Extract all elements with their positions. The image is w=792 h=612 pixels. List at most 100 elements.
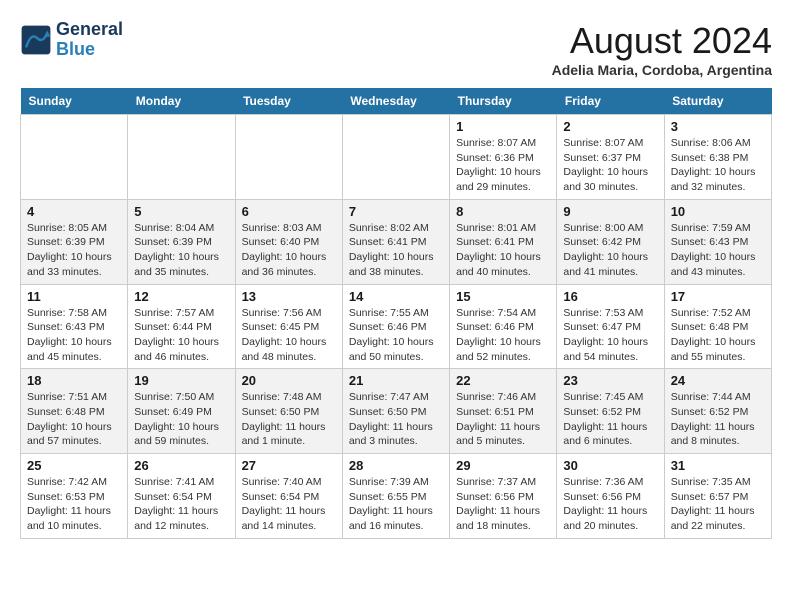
calendar-cell	[21, 115, 128, 200]
cell-info: Sunrise: 7:52 AM Sunset: 6:48 PM Dayligh…	[671, 306, 765, 365]
calendar-cell: 5 Sunrise: 8:04 AM Sunset: 6:39 PM Daylig…	[128, 199, 235, 284]
date-number: 17	[671, 289, 765, 304]
week-row-4: 18 Sunrise: 7:51 AM Sunset: 6:48 PM Dayli…	[21, 369, 772, 454]
date-number: 1	[456, 119, 550, 134]
date-number: 26	[134, 458, 228, 473]
date-number: 3	[671, 119, 765, 134]
logo-icon	[20, 24, 52, 56]
week-row-2: 4 Sunrise: 8:05 AM Sunset: 6:39 PM Daylig…	[21, 199, 772, 284]
cell-info: Sunrise: 7:40 AM Sunset: 6:54 PM Dayligh…	[242, 475, 336, 534]
cell-info: Sunrise: 7:42 AM Sunset: 6:53 PM Dayligh…	[27, 475, 121, 534]
logo-text: General Blue	[56, 20, 123, 60]
day-header-thursday: Thursday	[450, 88, 557, 115]
page-header: General Blue August 2024 Adelia Maria, C…	[20, 20, 772, 78]
date-number: 16	[563, 289, 657, 304]
cell-info: Sunrise: 7:44 AM Sunset: 6:52 PM Dayligh…	[671, 390, 765, 449]
date-number: 5	[134, 204, 228, 219]
cell-info: Sunrise: 8:04 AM Sunset: 6:39 PM Dayligh…	[134, 221, 228, 280]
header-row: SundayMondayTuesdayWednesdayThursdayFrid…	[21, 88, 772, 115]
date-number: 8	[456, 204, 550, 219]
cell-info: Sunrise: 7:57 AM Sunset: 6:44 PM Dayligh…	[134, 306, 228, 365]
cell-info: Sunrise: 7:36 AM Sunset: 6:56 PM Dayligh…	[563, 475, 657, 534]
date-number: 20	[242, 373, 336, 388]
month-title: August 2024	[552, 20, 772, 62]
cell-info: Sunrise: 8:02 AM Sunset: 6:41 PM Dayligh…	[349, 221, 443, 280]
date-number: 2	[563, 119, 657, 134]
cell-info: Sunrise: 8:01 AM Sunset: 6:41 PM Dayligh…	[456, 221, 550, 280]
calendar-cell: 14Sunrise: 7:55 AM Sunset: 6:46 PM Dayli…	[342, 284, 449, 369]
calendar-cell: 20 Sunrise: 7:48 AM Sunset: 6:50 PM Dayli…	[235, 369, 342, 454]
calendar-cell: 7 Sunrise: 8:02 AM Sunset: 6:41 PM Daylig…	[342, 199, 449, 284]
cell-info: Sunrise: 8:07 AM Sunset: 6:36 PM Dayligh…	[456, 136, 550, 195]
calendar-cell: 16 Sunrise: 7:53 AM Sunset: 6:47 PM Dayli…	[557, 284, 664, 369]
cell-info: Sunrise: 8:03 AM Sunset: 6:40 PM Dayligh…	[242, 221, 336, 280]
day-header-friday: Friday	[557, 88, 664, 115]
calendar-cell: 18 Sunrise: 7:51 AM Sunset: 6:48 PM Dayli…	[21, 369, 128, 454]
calendar-cell	[128, 115, 235, 200]
cell-info: Sunrise: 7:53 AM Sunset: 6:47 PM Dayligh…	[563, 306, 657, 365]
date-number: 24	[671, 373, 765, 388]
date-number: 6	[242, 204, 336, 219]
date-number: 4	[27, 204, 121, 219]
calendar-cell: 26Sunrise: 7:41 AM Sunset: 6:54 PM Dayli…	[128, 454, 235, 539]
date-number: 21	[349, 373, 443, 388]
calendar-cell: 29Sunrise: 7:37 AM Sunset: 6:56 PM Dayli…	[450, 454, 557, 539]
calendar-cell: 11 Sunrise: 7:58 AM Sunset: 6:43 PM Dayli…	[21, 284, 128, 369]
calendar-cell: 31 Sunrise: 7:35 AM Sunset: 6:57 PM Dayli…	[664, 454, 771, 539]
calendar-cell: 24 Sunrise: 7:44 AM Sunset: 6:52 PM Dayli…	[664, 369, 771, 454]
calendar-cell: 6 Sunrise: 8:03 AM Sunset: 6:40 PM Daylig…	[235, 199, 342, 284]
date-number: 28	[349, 458, 443, 473]
day-header-saturday: Saturday	[664, 88, 771, 115]
week-row-5: 25Sunrise: 7:42 AM Sunset: 6:53 PM Dayli…	[21, 454, 772, 539]
calendar-cell: 1 Sunrise: 8:07 AM Sunset: 6:36 PM Daylig…	[450, 115, 557, 200]
week-row-3: 11 Sunrise: 7:58 AM Sunset: 6:43 PM Dayli…	[21, 284, 772, 369]
date-number: 18	[27, 373, 121, 388]
week-row-1: 1 Sunrise: 8:07 AM Sunset: 6:36 PM Daylig…	[21, 115, 772, 200]
cell-info: Sunrise: 7:48 AM Sunset: 6:50 PM Dayligh…	[242, 390, 336, 449]
calendar-cell: 19 Sunrise: 7:50 AM Sunset: 6:49 PM Dayli…	[128, 369, 235, 454]
cell-info: Sunrise: 7:45 AM Sunset: 6:52 PM Dayligh…	[563, 390, 657, 449]
cell-info: Sunrise: 7:35 AM Sunset: 6:57 PM Dayligh…	[671, 475, 765, 534]
calendar-cell	[342, 115, 449, 200]
date-number: 12	[134, 289, 228, 304]
date-number: 10	[671, 204, 765, 219]
calendar-cell: 22 Sunrise: 7:46 AM Sunset: 6:51 PM Dayli…	[450, 369, 557, 454]
cell-info: Sunrise: 7:55 AM Sunset: 6:46 PM Dayligh…	[349, 306, 443, 365]
calendar-cell: 25Sunrise: 7:42 AM Sunset: 6:53 PM Dayli…	[21, 454, 128, 539]
cell-info: Sunrise: 8:05 AM Sunset: 6:39 PM Dayligh…	[27, 221, 121, 280]
subtitle: Adelia Maria, Cordoba, Argentina	[552, 62, 772, 78]
logo: General Blue	[20, 20, 123, 60]
cell-info: Sunrise: 7:50 AM Sunset: 6:49 PM Dayligh…	[134, 390, 228, 449]
cell-info: Sunrise: 7:51 AM Sunset: 6:48 PM Dayligh…	[27, 390, 121, 449]
date-number: 11	[27, 289, 121, 304]
calendar-cell: 30 Sunrise: 7:36 AM Sunset: 6:56 PM Dayli…	[557, 454, 664, 539]
cell-info: Sunrise: 7:39 AM Sunset: 6:55 PM Dayligh…	[349, 475, 443, 534]
calendar-table: SundayMondayTuesdayWednesdayThursdayFrid…	[20, 88, 772, 539]
day-header-tuesday: Tuesday	[235, 88, 342, 115]
cell-info: Sunrise: 7:54 AM Sunset: 6:46 PM Dayligh…	[456, 306, 550, 365]
date-number: 31	[671, 458, 765, 473]
calendar-cell: 2 Sunrise: 8:07 AM Sunset: 6:37 PM Daylig…	[557, 115, 664, 200]
cell-info: Sunrise: 8:07 AM Sunset: 6:37 PM Dayligh…	[563, 136, 657, 195]
date-number: 13	[242, 289, 336, 304]
cell-info: Sunrise: 7:46 AM Sunset: 6:51 PM Dayligh…	[456, 390, 550, 449]
calendar-cell: 9 Sunrise: 8:00 AM Sunset: 6:42 PM Daylig…	[557, 199, 664, 284]
date-number: 9	[563, 204, 657, 219]
cell-info: Sunrise: 7:47 AM Sunset: 6:50 PM Dayligh…	[349, 390, 443, 449]
calendar-cell	[235, 115, 342, 200]
calendar-cell: 15Sunrise: 7:54 AM Sunset: 6:46 PM Dayli…	[450, 284, 557, 369]
date-number: 30	[563, 458, 657, 473]
calendar-cell: 10 Sunrise: 7:59 AM Sunset: 6:43 PM Dayli…	[664, 199, 771, 284]
calendar-cell: 8 Sunrise: 8:01 AM Sunset: 6:41 PM Daylig…	[450, 199, 557, 284]
cell-info: Sunrise: 8:06 AM Sunset: 6:38 PM Dayligh…	[671, 136, 765, 195]
date-number: 22	[456, 373, 550, 388]
cell-info: Sunrise: 7:58 AM Sunset: 6:43 PM Dayligh…	[27, 306, 121, 365]
date-number: 19	[134, 373, 228, 388]
calendar-cell: 28 Sunrise: 7:39 AM Sunset: 6:55 PM Dayli…	[342, 454, 449, 539]
calendar-cell: 3 Sunrise: 8:06 AM Sunset: 6:38 PM Daylig…	[664, 115, 771, 200]
date-number: 23	[563, 373, 657, 388]
date-number: 7	[349, 204, 443, 219]
cell-info: Sunrise: 7:59 AM Sunset: 6:43 PM Dayligh…	[671, 221, 765, 280]
cell-info: Sunrise: 8:00 AM Sunset: 6:42 PM Dayligh…	[563, 221, 657, 280]
day-header-wednesday: Wednesday	[342, 88, 449, 115]
